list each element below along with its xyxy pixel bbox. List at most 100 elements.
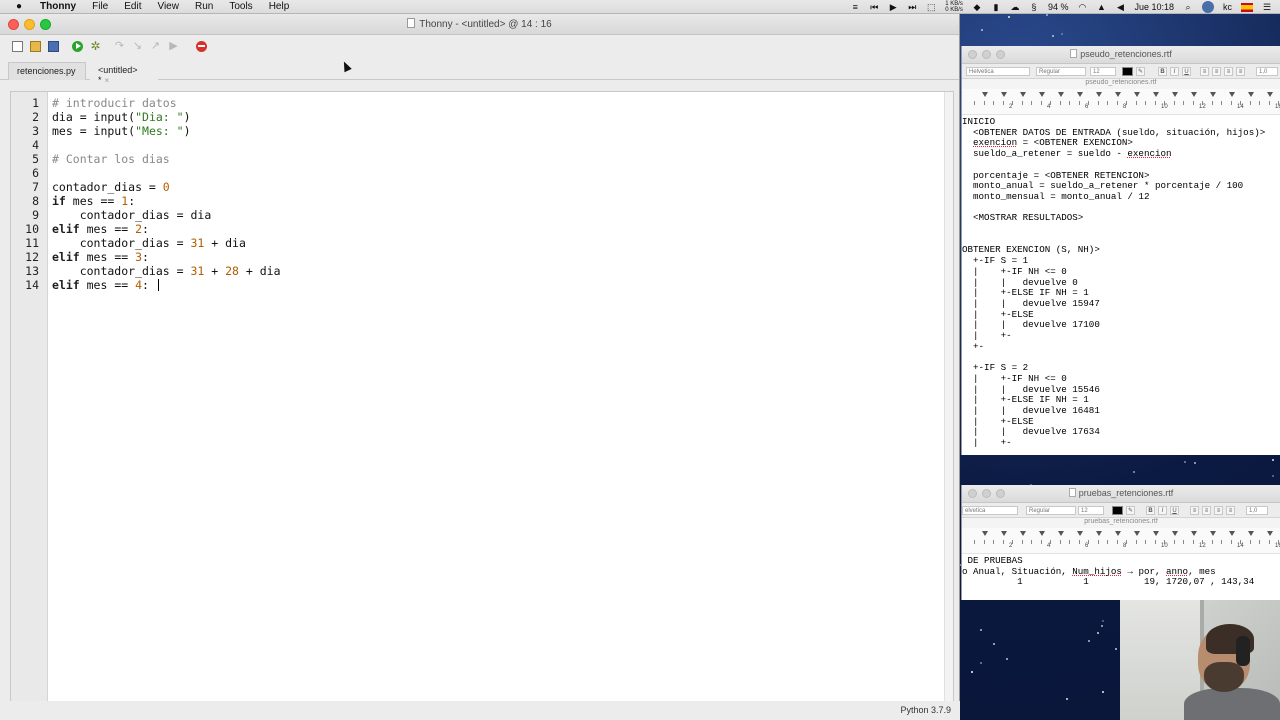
spacing-select[interactable]: 1,0 [1246, 506, 1268, 515]
tab-stop-marker[interactable] [1248, 531, 1254, 536]
align-right-icon[interactable]: ≡ [1224, 67, 1233, 76]
run-icon[interactable] [72, 40, 83, 52]
cloud-icon[interactable]: ☁ [1010, 2, 1020, 12]
volume-icon[interactable]: ◀ [1115, 2, 1125, 12]
code-line[interactable]: contador_dias = 0 [52, 180, 170, 194]
tab-stop-marker[interactable] [1248, 92, 1254, 97]
code-line[interactable]: dia = input("Dia: ") [52, 110, 191, 124]
underline-button[interactable]: U [1170, 506, 1179, 515]
app-icon[interactable]: ◆ [972, 2, 982, 12]
document-line[interactable]: <MOSTRAR RESULTADOS> [962, 213, 1083, 224]
step-into-icon[interactable]: ↘ [132, 40, 143, 52]
document-line[interactable]: | +-IF NH <= 0 [962, 266, 1067, 278]
tab-stop-marker[interactable] [1153, 531, 1159, 536]
document-line[interactable]: | +-IF NH <= 0 [962, 373, 1067, 385]
tab-stop-marker[interactable] [1191, 531, 1197, 536]
tab-stop-marker[interactable] [1267, 92, 1273, 97]
thonny-titlebar[interactable]: Thonny - <untitled> @ 14 : 16 [0, 14, 959, 35]
search-icon[interactable]: ⌕ [1183, 2, 1193, 12]
tab-stop-marker[interactable] [1020, 531, 1026, 536]
document-line[interactable]: | | devuelve 16481 [962, 405, 1100, 417]
tab-stop-marker[interactable] [982, 531, 988, 536]
font-select[interactable]: Helvetica [966, 67, 1030, 76]
align-left-icon[interactable]: ≡ [1200, 67, 1209, 76]
menu-run[interactable]: Run [195, 1, 213, 12]
new-file-icon[interactable] [12, 40, 23, 52]
tab-stop-marker[interactable] [1115, 92, 1121, 97]
airplay-icon[interactable]: ▲ [1096, 2, 1106, 12]
style-select[interactable]: Regular [1026, 506, 1076, 515]
document-line[interactable]: | +- [962, 437, 1012, 449]
italic-button[interactable]: I [1158, 506, 1167, 515]
ruler[interactable]: 2 4 6 8 10 12 14 16 [962, 89, 1280, 115]
text-color-well[interactable] [1122, 67, 1133, 76]
tab-stop-marker[interactable] [1267, 531, 1273, 536]
text-color-well[interactable] [1112, 506, 1123, 515]
code-line[interactable]: mes = input("Mes: ") [52, 124, 191, 138]
justify-icon[interactable]: ≡ [1236, 67, 1245, 76]
tab-stop-marker[interactable] [1229, 92, 1235, 97]
align-right-icon[interactable]: ≡ [1214, 506, 1223, 515]
tab-stop-marker[interactable] [1077, 92, 1083, 97]
justify-icon[interactable]: ≡ [1226, 506, 1235, 515]
code-editor[interactable]: 1 2 3 4 5 6 7 8 9 10 11 12 13 14 # introducir datos di… [10, 91, 954, 715]
document-line[interactable]: +- [962, 341, 984, 353]
clock[interactable]: Jue 10:18 [1134, 2, 1174, 12]
tab-stop-marker[interactable] [1096, 92, 1102, 97]
align-left-icon[interactable]: ≡ [1190, 506, 1199, 515]
wifi-icon[interactable]: ◠ [1077, 2, 1087, 12]
ruler[interactable]: 2 4 6 8 10 12 14 16 [962, 528, 1280, 554]
code-line[interactable]: # introducir datos [52, 96, 177, 110]
tab-stop-marker[interactable] [1210, 531, 1216, 536]
python-version[interactable]: Python 3.7.9 [900, 705, 951, 715]
apple-icon[interactable]: ● [12, 1, 26, 12]
style-select[interactable]: Regular [1036, 67, 1086, 76]
size-select[interactable]: 12 [1078, 506, 1104, 515]
tab-stop-marker[interactable] [1134, 531, 1140, 536]
tab-stop-marker[interactable] [1096, 531, 1102, 536]
size-select[interactable]: 12 [1090, 67, 1116, 76]
open-file-icon[interactable] [30, 40, 41, 52]
tab-stop-marker[interactable] [1210, 92, 1216, 97]
pruebas-window-titlebar[interactable]: pruebas_retenciones.rtf [962, 485, 1280, 503]
document-line[interactable]: monto_mensual = monto_anual / 12 [962, 191, 1149, 203]
document-line[interactable]: sueldo_a_retener = sueldo - exencion [962, 148, 1172, 160]
font-select[interactable]: elvetica [962, 506, 1018, 515]
tab-stop-marker[interactable] [1153, 92, 1159, 97]
pseudo-window-titlebar[interactable]: pseudo_retenciones.rtf [962, 46, 1280, 64]
bold-button[interactable]: B [1146, 506, 1155, 515]
tab-stop-marker[interactable] [1191, 92, 1197, 97]
menu-tools[interactable]: Tools [229, 1, 252, 12]
tab-stop-marker[interactable] [1172, 531, 1178, 536]
tab-stop-marker[interactable] [1115, 531, 1121, 536]
tab-retenciones[interactable]: retenciones.py [8, 62, 86, 80]
close-tab-icon[interactable]: × [105, 76, 110, 85]
tab-stop-marker[interactable] [982, 92, 988, 97]
menu-edit[interactable]: Edit [124, 1, 141, 12]
code-line[interactable]: elif mes == 3: [52, 250, 149, 264]
tab-stop-marker[interactable] [1001, 92, 1007, 97]
menu-view[interactable]: View [157, 1, 179, 12]
italic-button[interactable]: I [1170, 67, 1179, 76]
code-line[interactable]: elif mes == 4: [52, 278, 159, 292]
step-out-icon[interactable]: ↗ [150, 40, 161, 52]
user-name[interactable]: kc [1223, 2, 1232, 12]
play-icon[interactable]: ▶ [888, 2, 898, 12]
highlight-icon[interactable]: ✎ [1126, 506, 1135, 515]
tab-untitled[interactable]: <untitled> * × [90, 62, 158, 85]
tab-stop-marker[interactable] [1020, 92, 1026, 97]
tab-stop-marker[interactable] [1077, 531, 1083, 536]
pseudo-document-body[interactable]: INICIO <OBTENER DATOS DE ENTRADA (sueldo… [962, 115, 1280, 453]
save-icon[interactable] [48, 40, 59, 52]
tab-stop-marker[interactable] [1058, 92, 1064, 97]
code-line[interactable]: contador_dias = 31 + dia [52, 236, 246, 250]
bold-button[interactable]: B [1158, 67, 1167, 76]
tab-stop-marker[interactable] [1058, 531, 1064, 536]
code-line[interactable]: if mes == 1: [52, 194, 135, 208]
spanish-flag-icon[interactable] [1241, 2, 1253, 12]
notification-center-icon[interactable]: ☰ [1262, 2, 1272, 12]
editor-scrollbar[interactable] [944, 92, 953, 714]
menu-help[interactable]: Help [269, 1, 290, 12]
debug-icon[interactable]: ✲ [90, 40, 101, 52]
list-icon[interactable]: ≡ [850, 2, 860, 12]
